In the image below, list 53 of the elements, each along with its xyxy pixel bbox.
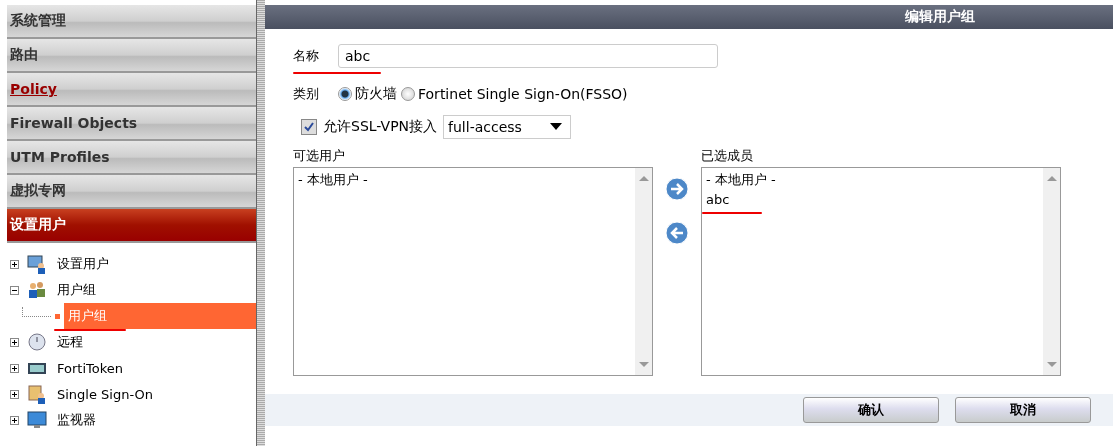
- menu-item[interactable]: 系统管理: [7, 5, 256, 39]
- checkbox-label: 允许SSL-VPN接入: [323, 118, 438, 136]
- menu-item[interactable]: 路由: [7, 39, 256, 73]
- radio-button[interactable]: [401, 87, 415, 101]
- tree-item[interactable]: 用户组: [55, 281, 98, 299]
- expander-icon[interactable]: [10, 285, 19, 295]
- members-list[interactable]: - 本地用户 - abc: [701, 167, 1061, 376]
- field-label: 类别: [293, 85, 320, 103]
- bullet-icon: [55, 313, 60, 319]
- radio-label: 防火墙: [355, 85, 397, 103]
- list-label: 已选成员: [701, 147, 754, 165]
- list-label: 可选用户: [293, 147, 346, 165]
- clock-icon: [27, 332, 47, 352]
- list-item[interactable]: abc: [706, 190, 1039, 210]
- available-users-list[interactable]: - 本地用户 -: [293, 167, 653, 376]
- menu-item[interactable]: 设置用户: [7, 209, 256, 243]
- scrollbar[interactable]: [635, 168, 652, 375]
- monitor-icon: [27, 410, 47, 430]
- cancel-button[interactable]: 取消: [955, 397, 1091, 423]
- expander-icon[interactable]: [10, 337, 19, 347]
- tree-item[interactable]: 远程: [55, 333, 85, 351]
- profile-dropdown[interactable]: full-access: [443, 115, 572, 139]
- expander-icon[interactable]: [10, 259, 19, 269]
- field-label: 名称: [293, 47, 320, 65]
- checkbox[interactable]: [301, 119, 317, 135]
- splitter-bar[interactable]: [256, 0, 265, 446]
- radio-button[interactable]: [338, 87, 352, 101]
- confirm-button[interactable]: 确认: [803, 397, 939, 423]
- users-icon: [27, 280, 47, 300]
- name-field[interactable]: abc: [338, 44, 718, 68]
- tree-item[interactable]: FortiToken: [55, 360, 125, 376]
- user-monitor-icon: [27, 254, 47, 274]
- expander-icon[interactable]: [10, 363, 19, 373]
- underline-mark: [702, 212, 762, 214]
- tree-item[interactable]: Single Sign-On: [55, 386, 155, 402]
- underline-mark: [54, 329, 126, 331]
- tree-item[interactable]: 监视器: [55, 411, 98, 429]
- expander-icon[interactable]: [10, 389, 19, 399]
- list-item[interactable]: - 本地用户 -: [706, 170, 1039, 190]
- user-card-icon: [27, 384, 47, 404]
- scrollbar[interactable]: [1043, 168, 1060, 375]
- dialog-title: 编辑用户组: [905, 8, 975, 26]
- caret-icon: [550, 123, 563, 131]
- tree-item[interactable]: 设置用户: [55, 255, 111, 273]
- menu-item[interactable]: UTM Profiles: [7, 141, 256, 175]
- move-right-icon[interactable]: [665, 177, 689, 201]
- expander-icon[interactable]: [10, 415, 19, 425]
- menu-item[interactable]: Policy: [7, 73, 256, 107]
- radio-label: Fortinet Single Sign-On(FSSO): [418, 86, 628, 102]
- move-left-icon[interactable]: [665, 221, 689, 245]
- list-item[interactable]: - 本地用户 -: [298, 170, 631, 190]
- menu-item[interactable]: Firewall Objects: [7, 107, 256, 141]
- menu-item[interactable]: 虚拟专网: [7, 175, 256, 209]
